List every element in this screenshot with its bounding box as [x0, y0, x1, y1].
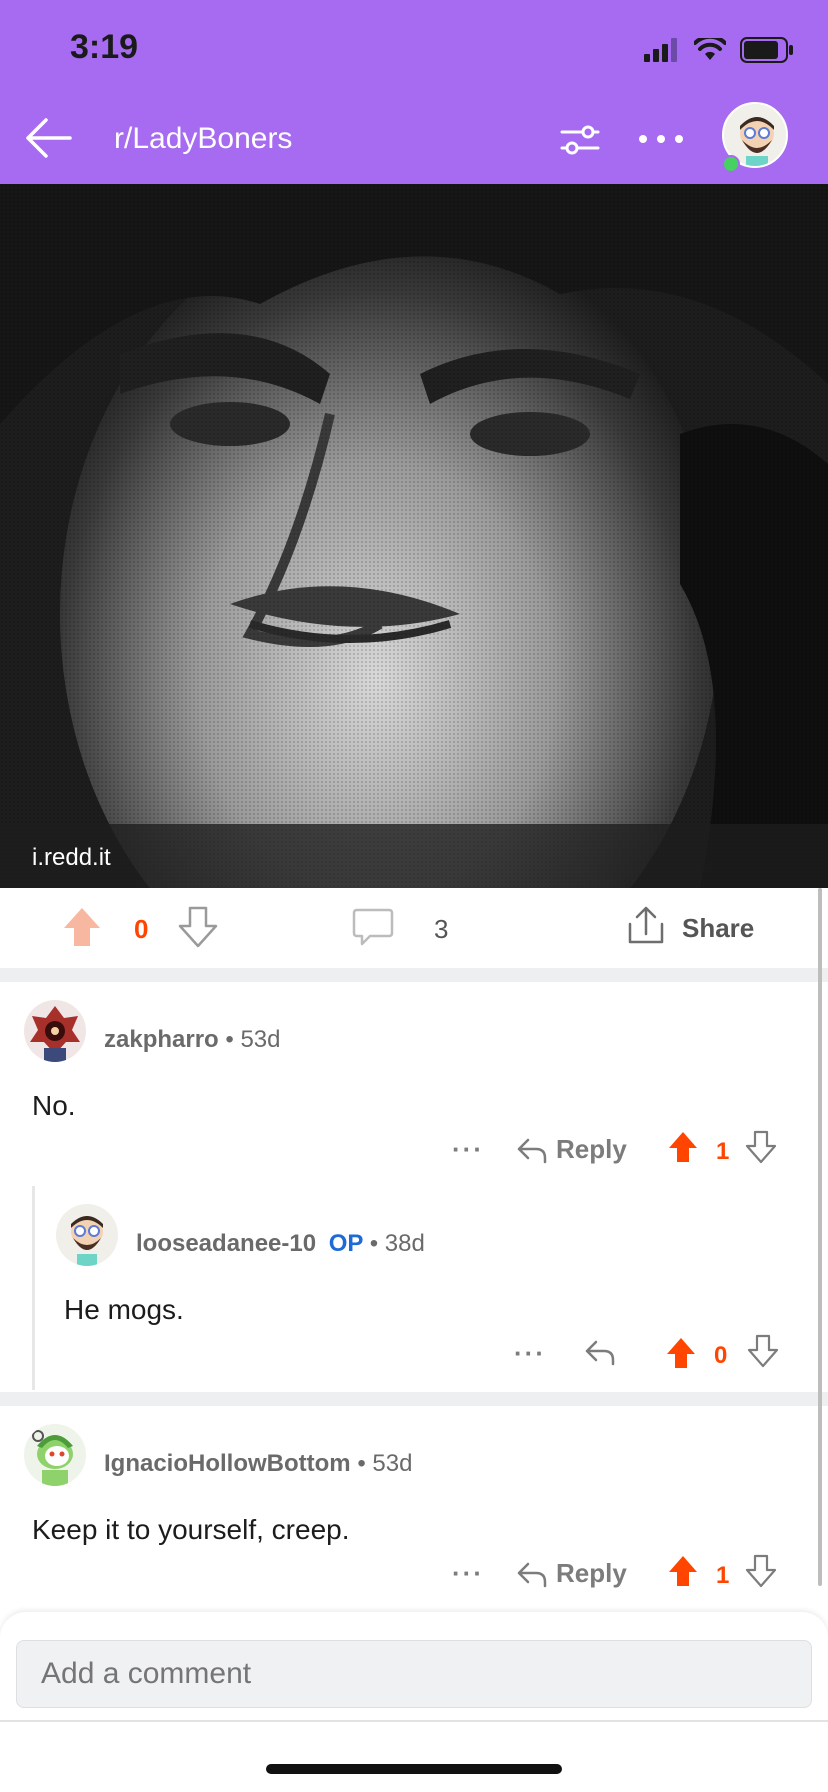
online-status-dot — [722, 155, 740, 173]
filter-button[interactable] — [558, 118, 602, 162]
domain-link[interactable]: i.redd.it — [32, 844, 111, 872]
status-time: 3:19 — [70, 28, 139, 66]
reply-button[interactable] — [584, 1338, 624, 1366]
downvote-arrow-icon — [745, 1130, 777, 1164]
comment-time: 53d — [240, 1026, 281, 1053]
section-divider — [0, 968, 828, 982]
comment-downvote-button[interactable] — [745, 1130, 777, 1169]
reply-button[interactable]: Reply — [516, 1134, 627, 1165]
reply-arrow-icon — [585, 1340, 615, 1366]
comment-score: 0 — [714, 1342, 728, 1369]
domain-overlay[interactable]: i.redd.it — [0, 824, 828, 888]
comment-downvote-button[interactable] — [745, 1554, 777, 1593]
op-badge: OP — [328, 1230, 364, 1257]
sliders-icon — [560, 125, 600, 155]
comment-score: 1 — [716, 1562, 730, 1589]
demogorgon-avatar-icon — [24, 1000, 86, 1062]
comment-author[interactable]: looseadanee-10 — [136, 1230, 316, 1257]
status-icons — [644, 34, 794, 66]
wifi-icon — [694, 38, 726, 60]
comment-time: 53d — [372, 1450, 413, 1477]
scrollbar[interactable] — [818, 888, 822, 1586]
comment-avatar[interactable] — [24, 1424, 86, 1486]
downvote-arrow-icon — [747, 1334, 779, 1368]
post-score: 0 — [134, 914, 149, 944]
comment-more-button[interactable]: ··· — [452, 1134, 484, 1165]
post-image[interactable]: i.redd.it — [0, 184, 828, 888]
share-button[interactable] — [626, 904, 666, 946]
battery-icon — [740, 37, 793, 63]
share-icon — [628, 906, 664, 944]
green-snoo-avatar-icon — [24, 1424, 86, 1486]
composer-divider — [0, 1720, 828, 1722]
comment-upvote-button[interactable] — [668, 1130, 698, 1169]
upvote-arrow-icon — [667, 1338, 695, 1368]
subreddit-title[interactable]: r/LadyBoners — [114, 122, 292, 156]
home-indicator[interactable] — [266, 1764, 562, 1774]
comment-avatar[interactable] — [56, 1204, 118, 1266]
comment-more-button[interactable]: ··· — [452, 1558, 484, 1589]
portrait-photo — [0, 184, 828, 888]
ellipsis-icon — [639, 135, 683, 143]
comment-more-button[interactable]: ··· — [514, 1338, 546, 1369]
upvote-arrow-icon — [669, 1556, 697, 1586]
bearded-snoo-avatar-icon — [56, 1204, 118, 1266]
upvote-arrow-icon — [669, 1132, 697, 1162]
reply-arrow-icon — [517, 1138, 547, 1163]
comment-body: Keep it to yourself, creep. — [32, 1514, 350, 1545]
comment-upvote-button[interactable] — [668, 1554, 698, 1593]
comment-author[interactable]: IgnacioHollowBottom — [104, 1450, 351, 1477]
app-header: 3:19 r/LadyBoners — [0, 0, 828, 184]
upvote-button[interactable] — [62, 906, 102, 948]
comment-author-row: IgnacioHollowBottom • 53d — [104, 1450, 413, 1477]
signal-icon — [644, 38, 677, 62]
back-button[interactable] — [22, 112, 74, 164]
thread-line — [32, 1186, 35, 1390]
section-divider — [0, 1392, 828, 1406]
comment-upvote-button[interactable] — [666, 1336, 696, 1375]
comment-score: 1 — [716, 1138, 730, 1165]
downvote-arrow-icon — [745, 1554, 777, 1588]
downvote-button[interactable] — [178, 906, 218, 948]
add-comment-input[interactable] — [16, 1640, 812, 1708]
upvote-arrow-icon — [64, 908, 100, 946]
comment-author-row: zakpharro • 53d — [104, 1026, 281, 1053]
comment-author[interactable]: zakpharro — [104, 1026, 219, 1053]
comment-count: 3 — [434, 914, 449, 944]
comment-downvote-button[interactable] — [747, 1334, 779, 1373]
reply-label: Reply — [556, 1558, 627, 1588]
downvote-arrow-icon — [178, 906, 218, 948]
reply-label: Reply — [556, 1134, 627, 1164]
comment-body: No. — [32, 1090, 76, 1121]
comment-body: He mogs. — [64, 1294, 184, 1325]
reply-button[interactable]: Reply — [516, 1558, 627, 1589]
comment-avatar[interactable] — [24, 1000, 86, 1062]
arrow-left-icon — [26, 118, 72, 158]
reply-arrow-icon — [517, 1562, 547, 1587]
comments-button[interactable] — [352, 906, 394, 948]
speech-bubble-icon — [352, 908, 394, 946]
more-options-button[interactable] — [636, 124, 686, 154]
share-label[interactable]: Share — [682, 913, 754, 944]
comment-time: 38d — [384, 1230, 425, 1257]
comment-author-row: looseadanee-10 OP • 38d — [136, 1230, 425, 1257]
